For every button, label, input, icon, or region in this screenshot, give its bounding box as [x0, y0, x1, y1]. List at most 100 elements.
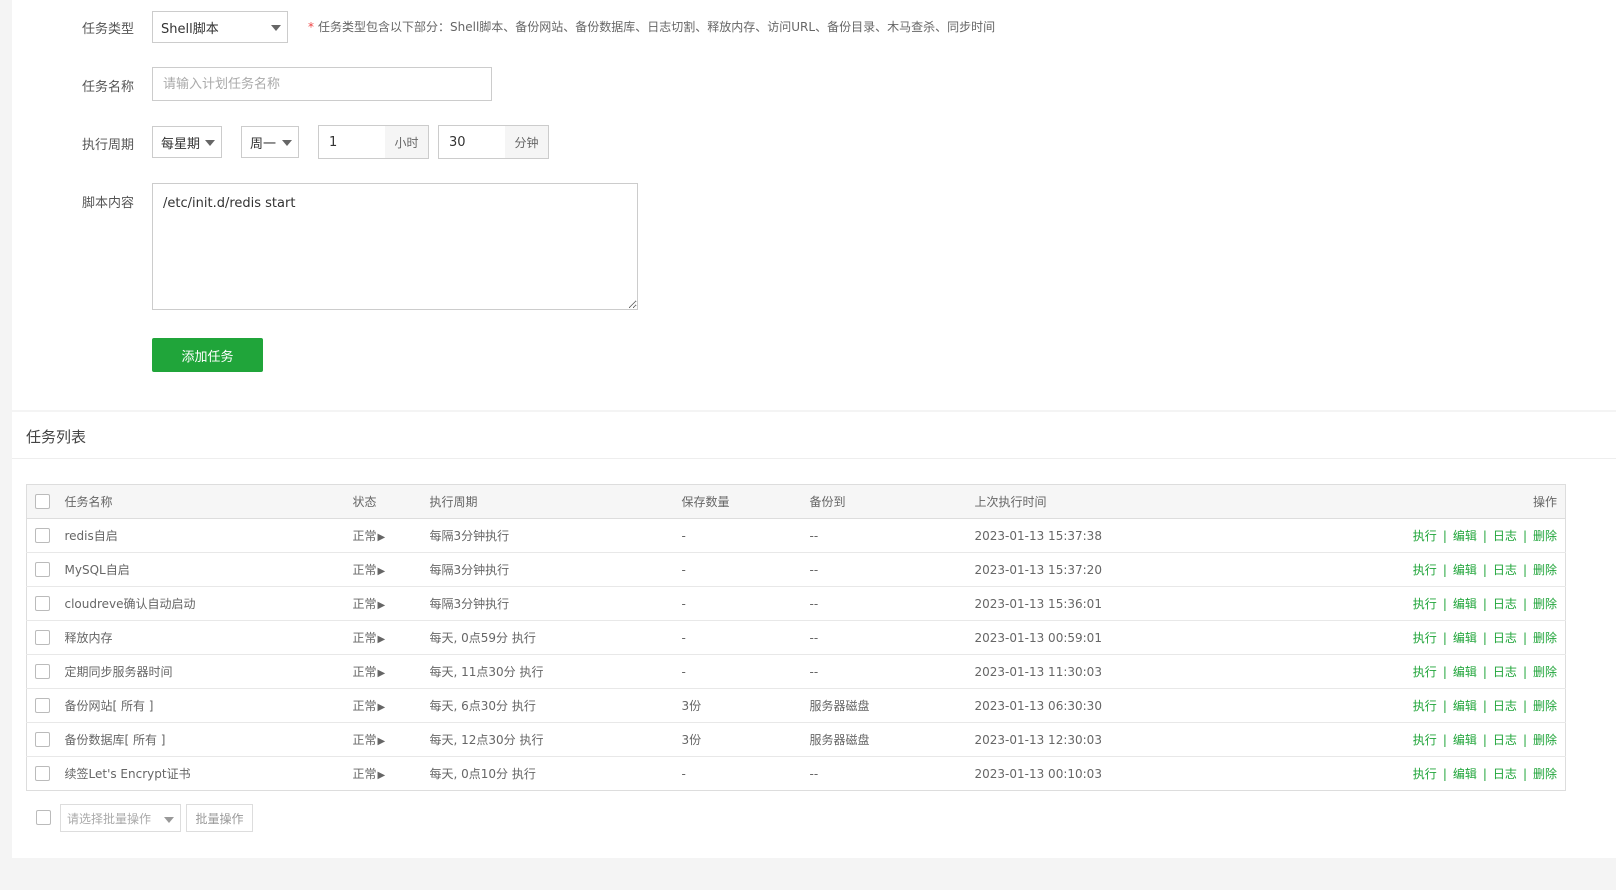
- delete-link[interactable]: 删除: [1533, 699, 1557, 713]
- ops-separator: |: [1442, 699, 1447, 713]
- run-link[interactable]: 执行: [1413, 767, 1437, 781]
- backup-to-cell: --: [809, 654, 975, 689]
- ops-separator: |: [1522, 563, 1527, 577]
- keep-cell: -: [681, 586, 810, 621]
- ops-separator: |: [1522, 733, 1527, 747]
- row-checkbox[interactable]: [35, 562, 50, 577]
- edit-link[interactable]: 编辑: [1453, 529, 1477, 543]
- ops-separator: |: [1442, 529, 1447, 543]
- status-cell[interactable]: 正常▶: [352, 620, 430, 655]
- run-link[interactable]: 执行: [1413, 563, 1437, 577]
- play-triangle-icon: ▶: [377, 702, 386, 713]
- status-text: 正常: [352, 665, 377, 679]
- play-triangle-icon: ▶: [377, 668, 386, 679]
- log-link[interactable]: 日志: [1493, 529, 1517, 543]
- run-link[interactable]: 执行: [1413, 699, 1437, 713]
- status-cell[interactable]: 正常▶: [352, 518, 430, 553]
- keep-cell: -: [681, 518, 810, 553]
- row-checkbox[interactable]: [35, 664, 50, 679]
- cycle-period-select[interactable]: 每星期: [152, 126, 222, 158]
- log-link[interactable]: 日志: [1493, 597, 1517, 611]
- cycle-cell: 每隔3分钟执行: [429, 518, 682, 553]
- batch-select-checkbox[interactable]: [36, 810, 51, 825]
- edit-link[interactable]: 编辑: [1453, 665, 1477, 679]
- keep-cell: -: [681, 654, 810, 689]
- batch-action-button[interactable]: 批量操作: [186, 804, 253, 832]
- task-type-hint-text: 任务类型包含以下部分：Shell脚本、备份网站、备份数据库、日志切割、释放内存、…: [318, 20, 996, 34]
- table-row: 定期同步服务器时间 正常▶ 每天, 11点30分 执行 - -- 2023-01-13 1…: [26, 654, 1566, 689]
- row-checkbox[interactable]: [35, 630, 50, 645]
- delete-link[interactable]: 删除: [1533, 767, 1557, 781]
- status-cell[interactable]: 正常▶: [353, 757, 430, 791]
- log-link[interactable]: 日志: [1493, 733, 1517, 747]
- cycle-weekday-value: 周一: [250, 136, 277, 152]
- select-all-checkbox[interactable]: [35, 494, 50, 509]
- ops-separator: |: [1442, 665, 1447, 679]
- ops-separator: |: [1482, 699, 1487, 713]
- row-checkbox[interactable]: [35, 596, 50, 611]
- script-label: 脚本内容: [82, 196, 135, 211]
- status-cell[interactable]: 正常▶: [352, 688, 430, 723]
- row-checkbox[interactable]: [35, 766, 50, 781]
- col-header-backup-to: 备份到: [809, 484, 975, 519]
- cycle-weekday-select[interactable]: 周一: [241, 126, 299, 158]
- ops-separator: |: [1482, 563, 1487, 577]
- ops-separator: |: [1522, 631, 1527, 645]
- status-cell[interactable]: 正常▶: [352, 654, 430, 689]
- cycle-cell: 每隔3分钟执行: [429, 586, 682, 621]
- edit-link[interactable]: 编辑: [1453, 597, 1477, 611]
- cycle-hour-input[interactable]: [318, 125, 386, 159]
- status-cell[interactable]: 正常▶: [352, 552, 430, 587]
- status-cell[interactable]: 正常▶: [352, 722, 430, 757]
- run-link[interactable]: 执行: [1413, 631, 1437, 645]
- delete-link[interactable]: 删除: [1533, 733, 1557, 747]
- edit-link[interactable]: 编辑: [1453, 733, 1477, 747]
- script-textarea[interactable]: /etc/init.d/redis start: [152, 183, 638, 310]
- run-link[interactable]: 执行: [1413, 733, 1437, 747]
- run-link[interactable]: 执行: [1413, 529, 1437, 543]
- row-checkbox[interactable]: [35, 698, 50, 713]
- ops-separator: |: [1442, 767, 1447, 781]
- col-header-last-run: 上次执行时间: [974, 484, 1335, 519]
- log-link[interactable]: 日志: [1493, 631, 1517, 645]
- ops-separator: |: [1482, 631, 1487, 645]
- ops-separator: |: [1482, 767, 1487, 781]
- last-run-cell: 2023-01-13 15:36:01: [974, 586, 1335, 621]
- cycle-cell: 每隔3分钟执行: [429, 552, 682, 587]
- play-triangle-icon: ▶: [377, 634, 386, 645]
- delete-link[interactable]: 删除: [1533, 529, 1557, 543]
- ops-separator: |: [1522, 597, 1527, 611]
- edit-link[interactable]: 编辑: [1453, 767, 1477, 781]
- task-name-input[interactable]: [152, 67, 492, 101]
- delete-link[interactable]: 删除: [1533, 665, 1557, 679]
- cycle-cell: 每天, 11点30分 执行: [429, 654, 682, 689]
- task-name-cell: 释放内存: [64, 620, 353, 655]
- keep-cell: -: [681, 620, 810, 655]
- backup-to-cell: 服务器磁盘: [809, 688, 975, 723]
- run-link[interactable]: 执行: [1413, 665, 1437, 679]
- task-type-select[interactable]: Shell脚本: [152, 11, 288, 43]
- row-checkbox[interactable]: [35, 528, 50, 543]
- status-cell[interactable]: 正常▶: [352, 586, 430, 621]
- add-task-button[interactable]: 添加任务: [152, 338, 263, 372]
- log-link[interactable]: 日志: [1493, 665, 1517, 679]
- row-checkbox[interactable]: [35, 732, 50, 747]
- edit-link[interactable]: 编辑: [1453, 699, 1477, 713]
- log-link[interactable]: 日志: [1493, 767, 1517, 781]
- col-header-status: 状态: [352, 484, 430, 519]
- cycle-minute-input[interactable]: [438, 125, 506, 159]
- ops-cell: 执行 | 编辑 | 日志 | 删除: [1334, 688, 1566, 723]
- batch-action-select[interactable]: 请选择批量操作: [60, 804, 181, 832]
- delete-link[interactable]: 删除: [1533, 597, 1557, 611]
- delete-link[interactable]: 删除: [1533, 563, 1557, 577]
- delete-link[interactable]: 删除: [1533, 631, 1557, 645]
- edit-link[interactable]: 编辑: [1453, 631, 1477, 645]
- cycle-cell: 每天, 6点30分 执行: [429, 688, 682, 723]
- chevron-down-icon: [282, 140, 292, 146]
- run-link[interactable]: 执行: [1413, 597, 1437, 611]
- task-list-title: 任务列表: [26, 428, 87, 446]
- task-type-label: 任务类型: [82, 22, 135, 37]
- log-link[interactable]: 日志: [1493, 699, 1517, 713]
- log-link[interactable]: 日志: [1493, 563, 1517, 577]
- edit-link[interactable]: 编辑: [1453, 563, 1477, 577]
